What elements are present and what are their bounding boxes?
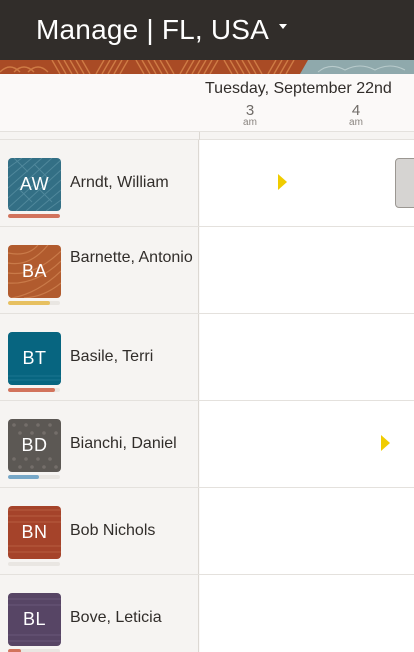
hour-label: 3 am bbox=[243, 102, 257, 128]
status-bar bbox=[8, 388, 60, 392]
person-cell[interactable]: BA Barnette, Antonio bbox=[0, 227, 199, 313]
schedule-lane[interactable] bbox=[200, 227, 414, 313]
schedule-lane[interactable] bbox=[200, 401, 414, 487]
schedule-lane[interactable] bbox=[200, 314, 414, 400]
schedule-lane[interactable] bbox=[200, 488, 414, 574]
avatar[interactable]: BN bbox=[8, 506, 61, 559]
avatar[interactable]: BT bbox=[8, 332, 61, 385]
person-name: Bob Nichols bbox=[70, 522, 156, 539]
person-cell[interactable]: AW Arndt, William bbox=[0, 140, 199, 226]
hour-label: 4 am bbox=[349, 102, 363, 128]
avatar[interactable]: BL bbox=[8, 593, 61, 646]
list-item[interactable]: BA Barnette, Antonio bbox=[0, 227, 414, 314]
person-name: Arndt, William bbox=[70, 174, 169, 191]
list-item[interactable]: BL Bove, Leticia bbox=[0, 575, 414, 652]
divider bbox=[0, 132, 414, 140]
schedule-lane[interactable] bbox=[200, 140, 414, 226]
avatar[interactable]: BD bbox=[8, 419, 61, 472]
chevron-down-icon[interactable] bbox=[279, 23, 288, 29]
shift-marker-icon[interactable] bbox=[381, 435, 390, 451]
person-cell[interactable]: BD Bianchi, Daniel bbox=[0, 401, 199, 487]
shift-block[interactable] bbox=[395, 158, 414, 208]
timeline-header: Tuesday, September 22nd 3 am 4 am bbox=[0, 74, 414, 132]
status-bar bbox=[8, 475, 60, 479]
decorative-banner bbox=[0, 60, 414, 74]
person-name: Bianchi, Daniel bbox=[70, 435, 177, 452]
date-label: Tuesday, September 22nd bbox=[205, 80, 392, 97]
person-name: Basile, Terri bbox=[70, 348, 154, 365]
status-bar bbox=[8, 562, 60, 566]
list-item[interactable]: BD Bianchi, Daniel bbox=[0, 401, 414, 488]
status-bar bbox=[8, 214, 60, 218]
person-cell[interactable]: BL Bove, Leticia bbox=[0, 575, 199, 652]
person-name: Bove, Leticia bbox=[70, 609, 162, 626]
app-header: Manage | FL, USA bbox=[0, 0, 414, 60]
person-cell[interactable]: BN Bob Nichols bbox=[0, 488, 199, 574]
person-name: Barnette, Antonio bbox=[70, 249, 193, 266]
status-bar bbox=[8, 301, 60, 305]
schedule-lane[interactable] bbox=[200, 575, 414, 652]
roster: AW Arndt, William BA Barnette, Antonio B… bbox=[0, 140, 414, 652]
avatar[interactable]: BA bbox=[8, 245, 61, 298]
list-item[interactable]: BT Basile, Terri bbox=[0, 314, 414, 401]
page-title[interactable]: Manage | FL, USA bbox=[36, 14, 269, 46]
person-cell[interactable]: BT Basile, Terri bbox=[0, 314, 199, 400]
shift-marker-icon[interactable] bbox=[278, 174, 287, 190]
list-item[interactable]: AW Arndt, William bbox=[0, 140, 414, 227]
avatar[interactable]: AW bbox=[8, 158, 61, 211]
list-item[interactable]: BN Bob Nichols bbox=[0, 488, 414, 575]
